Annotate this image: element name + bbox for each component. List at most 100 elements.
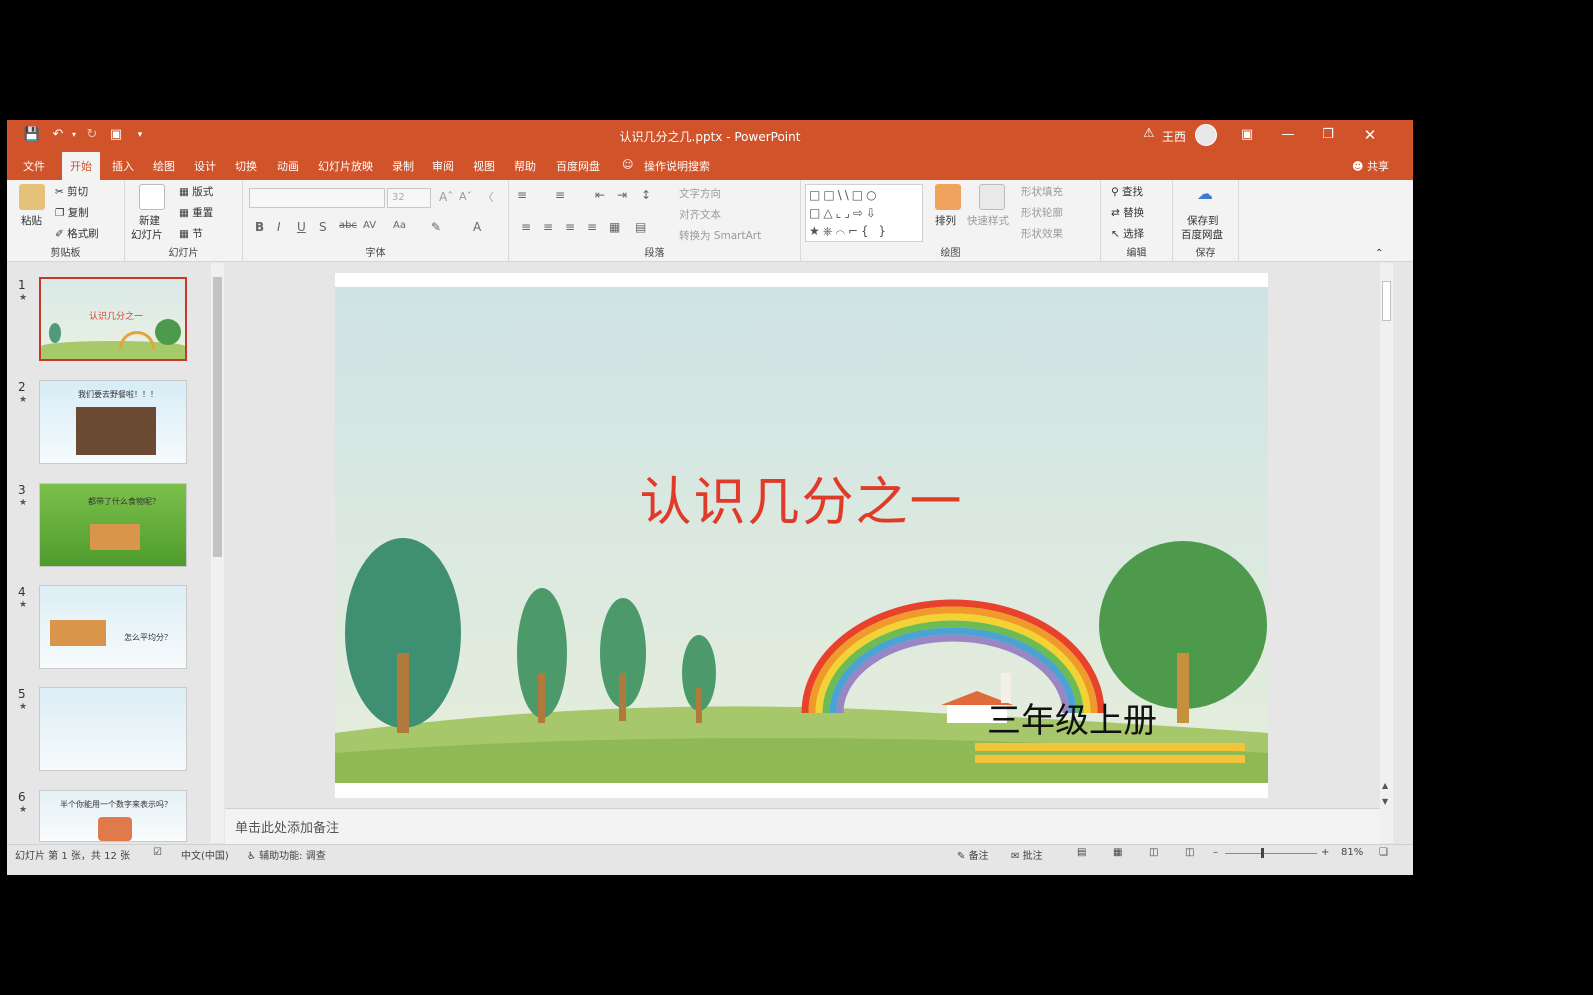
- slide-title[interactable]: 认识几分之一: [335, 460, 1268, 535]
- quick-styles-button[interactable]: 快速样式: [967, 213, 1009, 228]
- slide-scrollbar[interactable]: ▲ ▼: [1380, 263, 1393, 843]
- clear-format-icon[interactable]: 〈: [483, 190, 494, 205]
- notes-placeholder[interactable]: 单击此处添加备注: [235, 821, 339, 836]
- new-slide-icon[interactable]: [139, 184, 165, 210]
- shape-outline-button[interactable]: 形状轮廓: [1021, 205, 1063, 220]
- tab-animations[interactable]: 动画: [277, 158, 299, 174]
- italic-icon[interactable]: I: [277, 220, 281, 234]
- char-spacing-icon[interactable]: AV: [363, 220, 376, 231]
- avatar[interactable]: [1195, 124, 1217, 146]
- tab-record[interactable]: 录制: [392, 158, 414, 174]
- thumbnails-scrollbar[interactable]: [211, 263, 224, 843]
- cut-button[interactable]: ✂ 剪切: [55, 184, 88, 199]
- align-right-icon[interactable]: ≡: [565, 220, 575, 234]
- save-to-label[interactable]: 保存到: [1187, 213, 1219, 228]
- align-text-button[interactable]: 对齐文本: [679, 207, 721, 222]
- restore-icon[interactable]: ❐: [1313, 124, 1343, 146]
- tab-view[interactable]: 视图: [473, 158, 495, 174]
- paste-icon[interactable]: [19, 184, 45, 210]
- zoom-slider[interactable]: [1225, 853, 1317, 854]
- strikethrough-icon[interactable]: abc: [339, 220, 357, 231]
- decrease-font-icon[interactable]: Aˇ: [459, 190, 472, 203]
- section-button[interactable]: ▦ 节: [179, 226, 203, 241]
- tab-insert[interactable]: 插入: [112, 158, 134, 174]
- zoom-in-icon[interactable]: +: [1321, 847, 1329, 858]
- slide-thumbnail-6[interactable]: 半个你能用一个数字来表示吗？: [39, 790, 187, 842]
- new-slide-label[interactable]: 新建: [139, 213, 160, 228]
- paste-button[interactable]: 粘贴: [21, 213, 42, 228]
- notes-button[interactable]: ✎ 备注: [957, 847, 989, 862]
- bullets-icon[interactable]: ≡: [517, 188, 527, 202]
- new-slide-label-2[interactable]: 幻灯片: [131, 227, 163, 242]
- find-button[interactable]: ⚲ 查找: [1111, 184, 1143, 199]
- zoom-slider-thumb[interactable]: [1261, 848, 1264, 858]
- arrange-icon[interactable]: [935, 184, 961, 210]
- decrease-indent-icon[interactable]: ⇤: [595, 188, 605, 202]
- scrollbar-thumb[interactable]: [213, 277, 222, 557]
- prev-slide-icon[interactable]: ▲: [1382, 781, 1388, 790]
- slide-thumbnail-1[interactable]: 认识几分之一: [39, 277, 187, 361]
- text-direction-button[interactable]: 文字方向: [679, 186, 721, 201]
- next-slide-icon[interactable]: ▼: [1382, 797, 1388, 806]
- select-button[interactable]: ↖ 选择: [1111, 226, 1144, 241]
- align-left-icon[interactable]: ≡: [521, 220, 531, 234]
- change-case-icon[interactable]: Aa: [393, 220, 406, 231]
- warning-icon[interactable]: ⚠: [1143, 126, 1155, 141]
- share-button[interactable]: ☻ 共享: [1352, 158, 1389, 174]
- notes-pane[interactable]: 单击此处添加备注: [225, 808, 1380, 844]
- underline-icon[interactable]: U: [297, 220, 306, 234]
- align-center-icon[interactable]: ≡: [543, 220, 553, 234]
- close-icon[interactable]: ✕: [1355, 124, 1385, 146]
- copy-button[interactable]: ❐ 复制: [55, 205, 89, 220]
- shapes-gallery[interactable]: □□\\□○ □△⌞⌟⇨⇩ ★⎈⌒⌐{ }: [805, 184, 923, 242]
- tab-design[interactable]: 设计: [194, 158, 216, 174]
- slide-thumbnail-2[interactable]: 我们要去野餐啦！！！: [39, 380, 187, 464]
- user-name[interactable]: 王西: [1162, 128, 1186, 145]
- spelling-icon[interactable]: ☑: [153, 847, 162, 858]
- convert-smartart-button[interactable]: 转换为 SmartArt: [679, 228, 761, 243]
- slide-sorter-icon[interactable]: ▦: [1113, 847, 1122, 858]
- zoom-out-icon[interactable]: –: [1213, 847, 1218, 858]
- format-painter-button[interactable]: ✐ 格式刷: [55, 226, 99, 241]
- comments-button[interactable]: ✉ 批注: [1011, 847, 1043, 862]
- shape-effects-button[interactable]: 形状效果: [1021, 226, 1063, 241]
- reading-view-icon[interactable]: ◫: [1149, 847, 1158, 858]
- scrollbar-thumb[interactable]: [1382, 281, 1391, 321]
- language-status[interactable]: 中文(中国): [181, 847, 229, 862]
- highlight-icon[interactable]: ✎: [431, 220, 441, 234]
- font-name-combo[interactable]: [249, 188, 385, 208]
- current-slide[interactable]: 认识几分之一 三年级上册: [335, 273, 1268, 798]
- line-spacing-icon[interactable]: ↕: [641, 188, 651, 202]
- justify-icon[interactable]: ≡: [587, 220, 597, 234]
- tab-draw[interactable]: 绘图: [153, 158, 175, 174]
- font-color-icon[interactable]: A: [473, 220, 481, 234]
- quick-styles-icon[interactable]: [979, 184, 1005, 210]
- slide-thumbnail-4[interactable]: 怎么平均分？: [39, 585, 187, 669]
- fit-slide-icon[interactable]: ❏: [1379, 847, 1388, 858]
- text-box-align-icon[interactable]: ▤: [635, 220, 646, 234]
- tell-me-search[interactable]: 操作说明搜索: [644, 158, 710, 174]
- shape-fill-button[interactable]: 形状填充: [1021, 184, 1063, 199]
- replace-button[interactable]: ⇄ 替换: [1111, 205, 1144, 220]
- tab-baidu[interactable]: 百度网盘: [556, 158, 600, 174]
- increase-font-icon[interactable]: Aˆ: [439, 190, 453, 204]
- ribbon-display-icon[interactable]: ▣: [1232, 124, 1262, 146]
- bold-icon[interactable]: B: [255, 220, 264, 234]
- slide-thumbnail-3[interactable]: 都带了什么食物呢？: [39, 483, 187, 567]
- tab-file[interactable]: 文件: [23, 158, 45, 174]
- columns-icon[interactable]: ▦: [609, 220, 620, 234]
- baidu-cloud-icon[interactable]: ☁: [1197, 184, 1213, 203]
- tab-transitions[interactable]: 切换: [235, 158, 257, 174]
- slideshow-view-icon[interactable]: ◫: [1185, 847, 1194, 858]
- increase-indent-icon[interactable]: ⇥: [617, 188, 627, 202]
- font-size-combo[interactable]: 32: [387, 188, 431, 208]
- minimize-icon[interactable]: —: [1273, 124, 1303, 146]
- normal-view-icon[interactable]: ▤: [1077, 847, 1086, 858]
- tab-review[interactable]: 审阅: [432, 158, 454, 174]
- layout-button[interactable]: ▦ 版式: [179, 184, 213, 199]
- arrange-button[interactable]: 排列: [935, 213, 956, 228]
- slide-thumbnail-5[interactable]: [39, 687, 187, 771]
- tab-home[interactable]: 开始: [62, 152, 100, 180]
- reset-button[interactable]: ▦ 重置: [179, 205, 213, 220]
- save-to-label-2[interactable]: 百度网盘: [1181, 227, 1223, 242]
